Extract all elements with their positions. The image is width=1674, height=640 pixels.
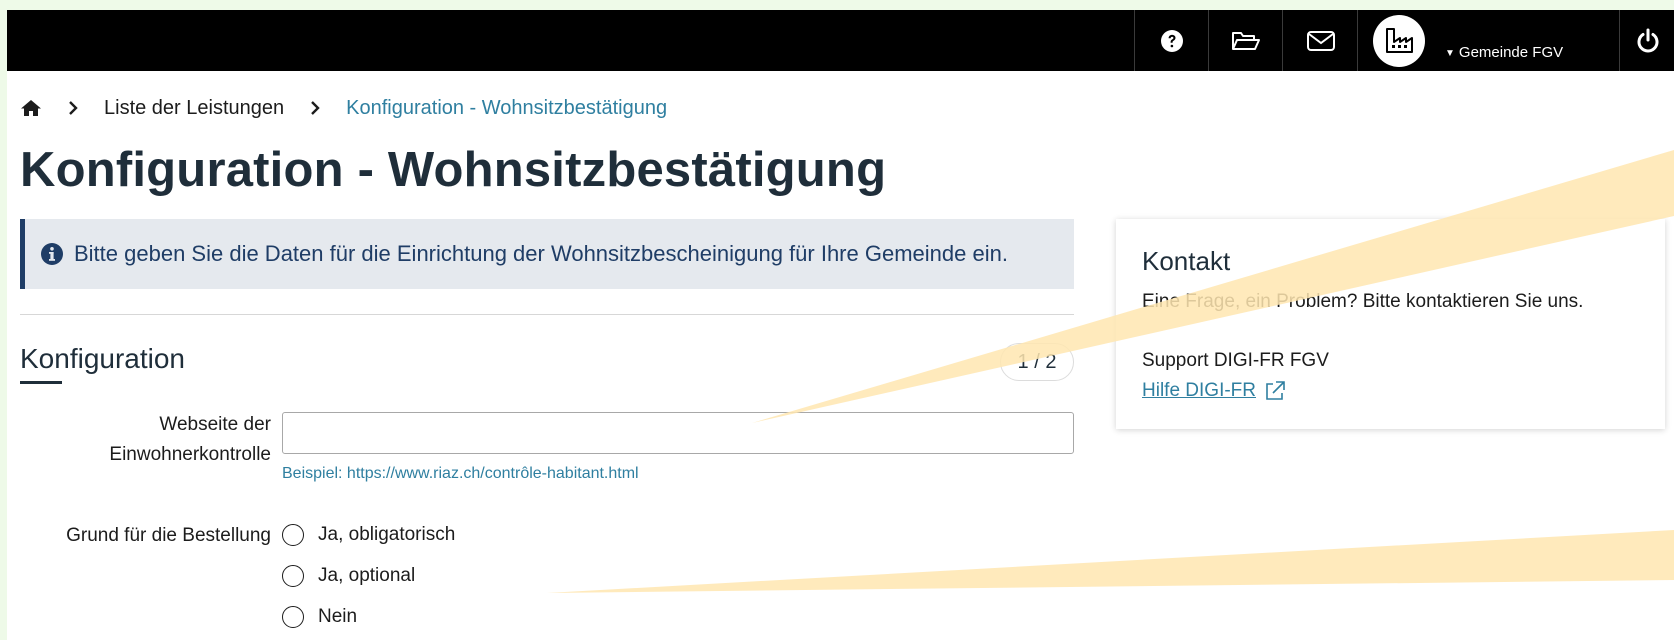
- step-indicator: 1 / 2: [1000, 343, 1074, 381]
- documents-button[interactable]: [1208, 10, 1283, 71]
- user-menu[interactable]: [1357, 10, 1662, 71]
- radio-label: Ja, optional: [318, 565, 416, 586]
- website-hint: Beispiel: https://www.riaz.ch/contrôle-h…: [282, 465, 639, 482]
- chevron-right-icon: [310, 101, 320, 115]
- radio-option-no[interactable]: Nein: [282, 606, 357, 628]
- info-alert: Bitte geben Sie die Daten für die Einric…: [20, 219, 1074, 289]
- home-icon[interactable]: [20, 98, 42, 118]
- radio-label: Ja, obligatorisch: [318, 524, 456, 545]
- messages-button[interactable]: [1282, 10, 1358, 71]
- support-label: Support DIGI-FR FGV: [1142, 350, 1329, 371]
- municipality-selector[interactable]: ▼ Gemeinde FGV: [1445, 44, 1563, 61]
- breadcrumb: Liste der Leistungen Konfiguration - Woh…: [20, 93, 667, 123]
- radio-option-mandatory[interactable]: Ja, obligatorisch: [282, 524, 455, 546]
- page-title: Konfiguration - Wohnsitzbestätigung: [20, 143, 887, 197]
- breadcrumb-item-current: Konfiguration - Wohnsitzbestätigung: [346, 96, 668, 119]
- power-icon: [1637, 28, 1658, 52]
- folder-open-icon: [1232, 31, 1260, 50]
- info-icon: [41, 243, 63, 265]
- radio-option-optional[interactable]: Ja, optional: [282, 565, 415, 587]
- help-icon: [1161, 29, 1183, 52]
- contact-title: Kontakt: [1142, 246, 1231, 276]
- external-link-icon: [1266, 381, 1285, 400]
- section-underline: [20, 381, 62, 384]
- factory-icon: [1386, 27, 1413, 53]
- caret-down-icon: ▼: [1445, 48, 1455, 59]
- help-button[interactable]: [1134, 10, 1209, 71]
- divider: [20, 314, 1074, 315]
- contact-card: Kontakt Eine Frage, ein Problem? Bitte k…: [1116, 219, 1665, 429]
- radio-button[interactable]: [282, 606, 304, 628]
- top-navigation-bar: ▼ Gemeinde FGV: [7, 10, 1674, 71]
- logout-button[interactable]: [1619, 10, 1674, 71]
- app-frame: ▼ Gemeinde FGV Liste der Leistungen Konfi…: [7, 10, 1674, 640]
- radio-label: Nein: [318, 606, 358, 627]
- avatar: [1373, 14, 1425, 67]
- breadcrumb-item-services[interactable]: Liste der Leistungen: [104, 97, 284, 120]
- radio-button[interactable]: [282, 524, 304, 546]
- reason-field-label: Grund für die Bestellung: [66, 525, 271, 546]
- help-link[interactable]: Hilfe DIGI-FR: [1142, 380, 1286, 402]
- contact-text: Eine Frage, ein Problem? Bitte kontaktie…: [1142, 291, 1584, 312]
- info-text: Bitte geben Sie die Daten für die Einric…: [74, 241, 1008, 266]
- mail-icon: [1306, 30, 1335, 51]
- chevron-right-icon: [68, 101, 78, 115]
- website-field-label: Webseite der Einwohnerkontrolle: [109, 414, 271, 465]
- section-title: Konfiguration: [20, 343, 186, 374]
- radio-button[interactable]: [282, 565, 304, 587]
- website-input[interactable]: [282, 412, 1074, 454]
